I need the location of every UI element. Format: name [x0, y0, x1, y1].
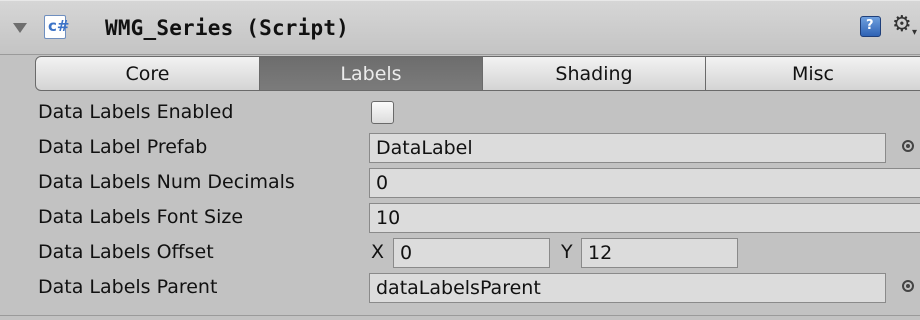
offset-x-field[interactable]: 0: [393, 238, 550, 268]
object-picker-icon[interactable]: [902, 280, 914, 292]
tab-core[interactable]: Core: [35, 56, 260, 91]
data-labels-enabled-checkbox[interactable]: [371, 101, 394, 124]
row-data-labels-num-decimals: Data Labels Num Decimals 0: [0, 166, 920, 202]
data-labels-font-size-label: Data Labels Font Size: [38, 206, 244, 228]
data-labels-parent-field[interactable]: dataLabelsParent: [369, 273, 886, 303]
gear-icon[interactable]: ⚙: [892, 12, 912, 37]
data-labels-font-size-field[interactable]: 10: [369, 203, 920, 233]
object-picker-icon[interactable]: [902, 140, 914, 152]
data-labels-offset-label: Data Labels Offset: [38, 241, 214, 263]
gear-dropdown-arrow-icon[interactable]: ▾: [912, 27, 917, 38]
help-icon[interactable]: ?: [860, 16, 881, 37]
row-data-labels-font-size: Data Labels Font Size 10: [0, 201, 920, 237]
data-labels-num-decimals-field[interactable]: 0: [369, 168, 920, 198]
divider: [0, 315, 920, 316]
offset-x-label[interactable]: X: [371, 241, 384, 263]
tab-bar: Core Labels Shading Misc: [35, 56, 920, 91]
component-title: WMG_Series (Script): [105, 16, 350, 40]
data-labels-enabled-label: Data Labels Enabled: [38, 101, 234, 123]
row-data-labels-offset: Data Labels Offset X 0 Y 12: [0, 236, 920, 272]
tab-labels[interactable]: Labels: [260, 56, 483, 91]
offset-y-label[interactable]: Y: [561, 241, 573, 263]
row-data-labels-parent: Data Labels Parent dataLabelsParent: [0, 271, 920, 307]
tab-shading[interactable]: Shading: [483, 56, 706, 91]
help-icon-glyph: ?: [866, 18, 874, 33]
data-label-prefab-field[interactable]: DataLabel: [369, 133, 886, 163]
csharp-script-icon: c#: [44, 15, 70, 39]
data-labels-parent-label: Data Labels Parent: [38, 276, 218, 298]
data-labels-num-decimals-label: Data Labels Num Decimals: [38, 171, 295, 193]
data-label-prefab-label: Data Label Prefab: [38, 136, 208, 158]
tab-misc[interactable]: Misc: [706, 56, 920, 91]
offset-y-field[interactable]: 12: [581, 238, 738, 268]
row-data-labels-enabled: Data Labels Enabled: [0, 96, 920, 132]
foldout-arrow-icon[interactable]: [13, 23, 27, 33]
component-header[interactable]: c# WMG_Series (Script) ? ⚙ ▾: [0, 0, 920, 55]
script-icon-glyph: c#: [48, 17, 70, 35]
row-data-label-prefab: Data Label Prefab DataLabel: [0, 131, 920, 167]
